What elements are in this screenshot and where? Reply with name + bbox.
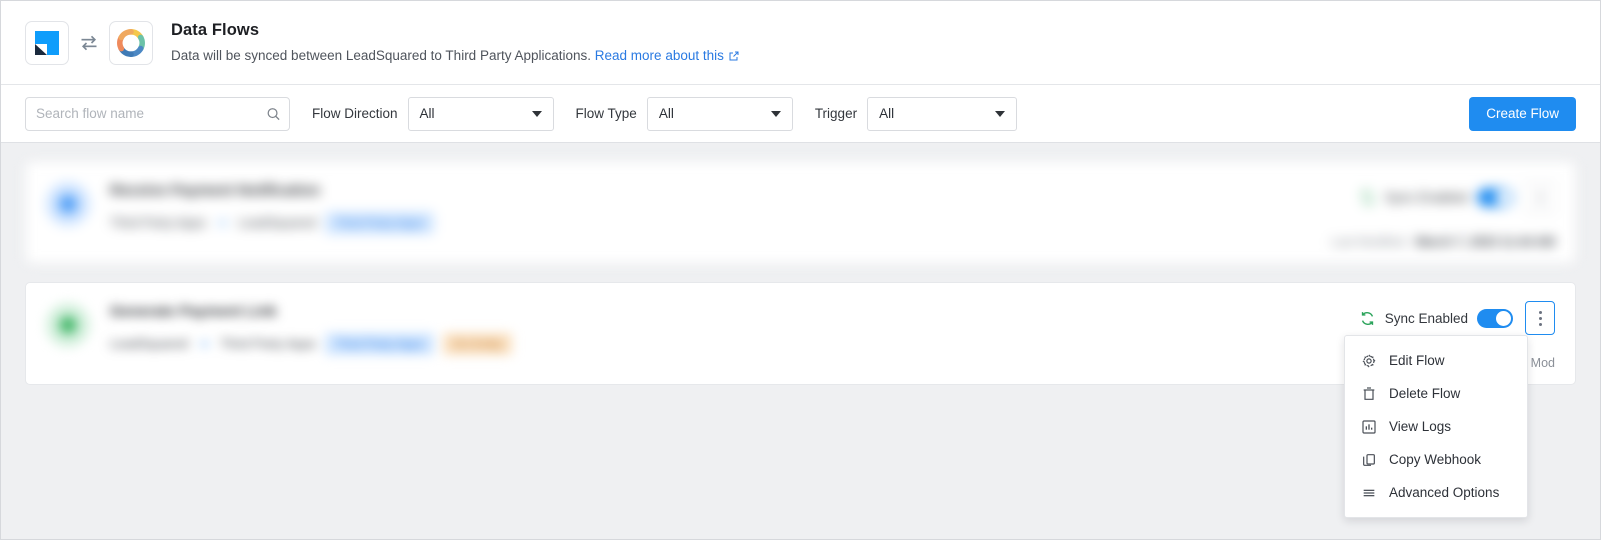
toggle-knob	[1496, 189, 1511, 205]
sync-refresh-icon	[1361, 311, 1373, 325]
flow-actions: Sync Enabled	[1359, 301, 1555, 335]
kebab-dot	[1538, 322, 1542, 326]
flow-direction-select[interactable]: All	[407, 96, 554, 131]
exchange-arrows-icon	[81, 35, 97, 50]
flow-source: LeadSquared	[110, 336, 189, 352]
menu-item-edit-flow[interactable]: Edit Flow	[1345, 344, 1527, 377]
kebab-dot	[1538, 316, 1542, 320]
leadsquared-logo-icon	[35, 30, 59, 55]
page-subtitle: Data will be synced between LeadSquared …	[171, 48, 740, 64]
sync-status: Sync Enabled	[1359, 187, 1513, 207]
avatar-dot	[59, 195, 77, 213]
last-modified-label: Last Modified :	[1331, 235, 1413, 249]
flow-target: Third Party Apps	[220, 336, 317, 352]
flow-title: Generate Payment Link	[110, 303, 277, 320]
filter-flow-type: Flow Type All	[575, 96, 793, 131]
search-icon[interactable]	[266, 106, 281, 121]
toggle-knob	[1496, 310, 1511, 326]
menu-item-label: Edit Flow	[1389, 353, 1445, 368]
data-flows-page: Data Flows Data will be synced between L…	[0, 0, 1601, 540]
third-party-logo-tile	[109, 20, 153, 65]
menu-item-view-logs[interactable]: View Logs	[1345, 410, 1527, 443]
row-context-menu: Edit Flow Delete Flow View Logs Copy Web…	[1344, 335, 1528, 518]
flow-title: Receive Payment Notification	[110, 182, 321, 199]
trigger-label: Trigger	[814, 106, 858, 121]
flow-source: Third Party Apps	[110, 215, 207, 231]
kebab-dot	[1538, 201, 1542, 205]
flow-meta: Third Party Apps LeadSquared Third Party…	[110, 211, 434, 234]
sync-enabled-label: Sync Enabled	[1384, 189, 1468, 205]
integration-logo-group	[25, 20, 153, 65]
kebab-dot	[1538, 189, 1542, 193]
trigger-select[interactable]: All	[867, 96, 1018, 131]
copy-icon	[1363, 453, 1375, 466]
avatar	[46, 182, 90, 226]
trash-icon	[1363, 386, 1375, 400]
chevron-down-icon	[995, 110, 1006, 117]
page-header: Data Flows Data will be synced between L…	[1, 1, 1600, 85]
flow-meta: LeadSquared Third Party Apps Third Party…	[110, 332, 513, 355]
create-flow-button[interactable]: Create Flow	[1469, 96, 1576, 131]
flow-row[interactable]: Receive Payment Notification Third Party…	[25, 161, 1576, 264]
flow-direction-value: All	[419, 106, 435, 121]
header-title-block: Data Flows Data will be synced between L…	[171, 21, 740, 64]
read-more-link[interactable]: Read more about this	[595, 48, 724, 63]
last-modified-value: March 7, 2023 11:44 AM	[1415, 235, 1555, 249]
sync-status: Sync Enabled	[1359, 308, 1513, 328]
sync-refresh-icon	[1361, 190, 1373, 204]
chevron-down-icon	[531, 110, 542, 117]
menu-item-label: Advanced Options	[1389, 485, 1500, 500]
external-link-icon	[729, 51, 739, 61]
filter-toolbar: Flow Direction All Flow Type All Trigger…	[1, 85, 1600, 143]
arrow-right-icon	[199, 340, 209, 348]
avatar-dot	[59, 316, 77, 334]
trigger-value: All	[879, 106, 895, 121]
search-input[interactable]	[25, 96, 290, 131]
kebab-dot	[1538, 310, 1542, 314]
bar-chart-icon	[1362, 419, 1376, 434]
flow-type-select[interactable]: All	[646, 96, 793, 131]
gear-icon	[1362, 354, 1376, 367]
sync-toggle[interactable]	[1477, 187, 1513, 207]
page-title: Data Flows	[171, 21, 260, 39]
menu-item-label: View Logs	[1389, 419, 1452, 434]
flow-details: Generate Payment Link LeadSquared Third …	[110, 301, 513, 355]
search-flow-wrap	[25, 96, 290, 131]
page-subtitle-text: Data will be synced between LeadSquared …	[171, 47, 592, 63]
kebab-dot	[1538, 195, 1542, 199]
row-menu-button[interactable]	[1525, 301, 1555, 335]
flow-target: LeadSquared	[238, 215, 317, 231]
avatar	[46, 303, 90, 347]
flow-badge: Third Party Apps	[325, 211, 434, 234]
third-party-swirl-icon	[117, 28, 145, 57]
menu-item-delete-flow[interactable]: Delete Flow	[1345, 377, 1527, 410]
read-more-label: Read more about this	[594, 47, 724, 63]
menu-item-advanced-options[interactable]: Advanced Options	[1345, 476, 1527, 509]
filter-flow-direction: Flow Direction All	[312, 96, 554, 131]
leadsquared-logo-tile	[25, 20, 69, 65]
last-modified: Last Modified : March 7, 2023 11:44 AM	[1331, 235, 1555, 249]
sync-toggle[interactable]	[1477, 308, 1513, 328]
filter-trigger: Trigger All	[814, 96, 1018, 131]
flow-badge: On Entity	[442, 332, 513, 355]
flow-badge: Third Party Apps	[325, 332, 434, 355]
row-menu-button[interactable]	[1525, 180, 1555, 214]
flow-direction-label: Flow Direction	[312, 106, 398, 121]
flow-type-value: All	[658, 106, 674, 121]
chevron-down-icon	[770, 110, 781, 117]
menu-item-label: Delete Flow	[1389, 386, 1461, 401]
flow-actions: Sync Enabled	[1359, 180, 1555, 214]
sync-enabled-label: Sync Enabled	[1384, 310, 1468, 326]
flow-details: Receive Payment Notification Third Party…	[110, 180, 434, 234]
menu-item-label: Copy Webhook	[1389, 452, 1482, 467]
flow-type-label: Flow Type	[575, 106, 637, 121]
menu-item-copy-webhook[interactable]: Copy Webhook	[1345, 443, 1527, 476]
arrow-right-icon	[217, 219, 227, 227]
list-lines-icon	[1363, 489, 1375, 496]
